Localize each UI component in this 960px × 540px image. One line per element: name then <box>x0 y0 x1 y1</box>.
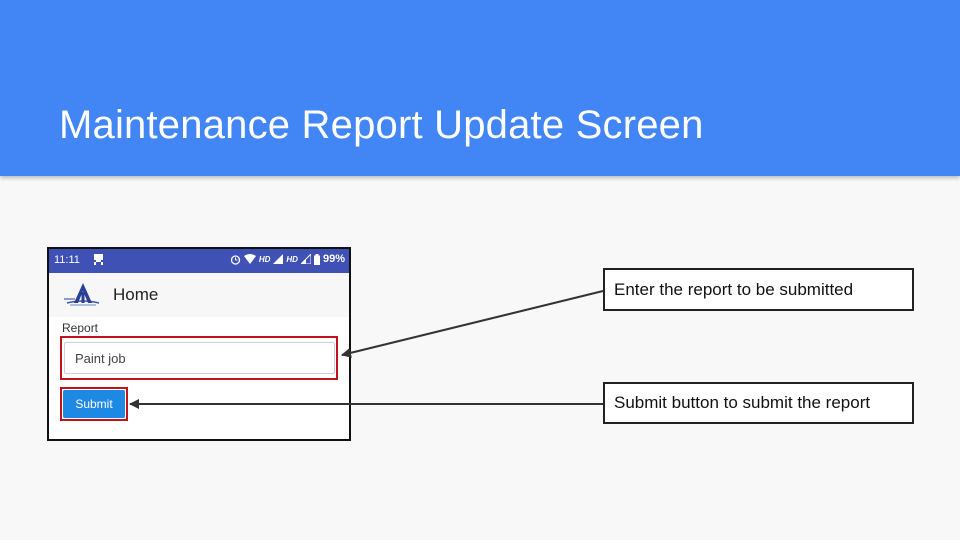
signal-icon <box>273 254 284 264</box>
status-icons: HD HD 99% <box>230 253 345 265</box>
slide-title: Maintenance Report Update Screen <box>59 103 704 147</box>
battery-percentage: 99% <box>322 253 345 265</box>
alarm-icon <box>230 254 240 265</box>
signal-weak-icon <box>300 254 311 264</box>
submit-callout-text: Submit button to submit the report <box>614 393 871 412</box>
report-label: Report <box>62 321 99 335</box>
submit-button[interactable]: Submit <box>63 390 125 418</box>
report-input[interactable] <box>64 342 335 374</box>
battery-icon <box>313 253 320 265</box>
status-bar: 11:11 HD HD 99% <box>49 249 349 273</box>
network-label-2: HD <box>286 254 298 264</box>
notification-icon <box>94 254 103 265</box>
network-label: HD <box>258 254 271 264</box>
report-callout: Enter the report to be submitted <box>603 268 914 311</box>
slide-header: Maintenance Report Update Screen <box>0 0 960 176</box>
app-title: Home <box>113 285 159 304</box>
phone-screenshot: 11:11 HD HD 99% Home Report Paint job Su… <box>47 247 351 441</box>
report-callout-text: Enter the report to be submitted <box>614 279 854 299</box>
submit-callout: Submit button to submit the report <box>603 382 914 424</box>
status-time: 11:11 <box>54 254 80 266</box>
wifi-icon <box>243 254 256 264</box>
app-bar: Home <box>49 273 349 317</box>
report-callout-arrow <box>341 290 604 358</box>
airport-authority-logo <box>64 283 100 306</box>
